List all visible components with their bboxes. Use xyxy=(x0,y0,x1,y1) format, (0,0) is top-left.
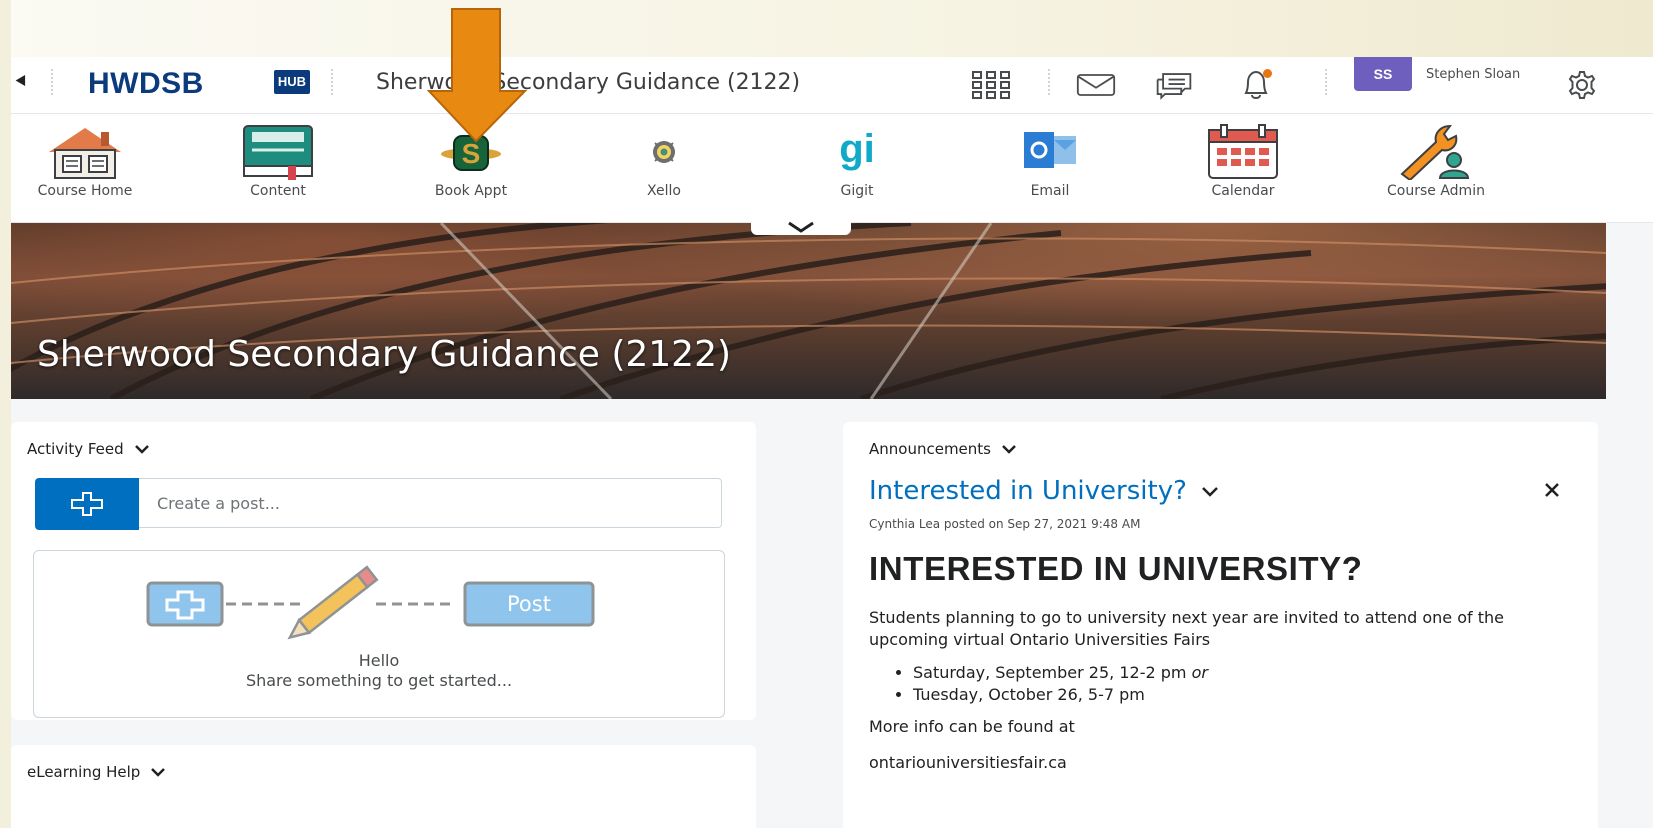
tile-label: Course Home xyxy=(37,183,133,199)
announcement-title-link[interactable]: Interested in University? xyxy=(869,476,1187,506)
divider xyxy=(1325,69,1327,95)
navbar-launcher: Course Home Content S Book Appt Xello gi… xyxy=(11,114,1653,223)
empty-state-greeting: Hello xyxy=(358,651,400,670)
empty-state-message: Share something to get started... xyxy=(245,671,513,690)
bell-icon[interactable] xyxy=(1236,69,1276,101)
calendar-icon xyxy=(1203,124,1283,180)
announcement-heading: INTERESTED IN UNIVERSITY? xyxy=(869,550,1363,587)
chevron-down-icon[interactable] xyxy=(1201,486,1219,497)
date-text: Saturday, September 25, 12-2 pm xyxy=(913,663,1187,682)
empty-state-illustration xyxy=(146,565,595,640)
user-name[interactable]: Stephen Sloan xyxy=(1426,67,1520,82)
announcement-more-info: More info can be found at xyxy=(869,717,1075,736)
launcher-expand-button[interactable] xyxy=(751,219,851,235)
announcement-dates-list: Saturday, September 25, 12-2 pm or Tuesd… xyxy=(913,662,1208,706)
create-post-input[interactable]: Create a post... xyxy=(139,478,722,528)
tile-email[interactable]: Email xyxy=(952,124,1148,214)
tile-label: Book Appt xyxy=(434,183,508,199)
announcement-meta: Cynthia Lea posted on Sep 27, 2021 9:48 … xyxy=(869,517,1141,531)
new-post-button[interactable] xyxy=(35,478,139,530)
tile-label: Calendar xyxy=(1211,183,1275,199)
activity-feed-header[interactable]: Activity Feed xyxy=(27,440,150,458)
activity-feed-widget: Activity Feed Create a post... Post Hell… xyxy=(11,422,756,720)
divider xyxy=(331,69,333,95)
elearning-help-widget: eLearning Help xyxy=(11,745,756,828)
house-icon xyxy=(45,124,125,180)
xello-icon xyxy=(624,124,704,180)
tile-calendar[interactable]: Calendar xyxy=(1145,124,1341,214)
slide-edge xyxy=(0,0,11,828)
hwdsb-logo[interactable]: HWDSB xyxy=(88,69,204,99)
divider xyxy=(51,69,53,95)
plus-icon xyxy=(71,492,103,516)
chevron-down-icon[interactable] xyxy=(134,444,150,454)
app-grid-icon[interactable] xyxy=(971,69,1011,101)
post-illustration-label: Post xyxy=(507,592,551,616)
empty-state-panel: Post Hello Share something to get starte… xyxy=(33,550,725,718)
annotation-arrow-icon xyxy=(427,8,527,143)
banner-title: Sherwood Secondary Guidance (2122) xyxy=(37,334,732,375)
back-icon[interactable]: ⯇ xyxy=(13,71,29,91)
divider xyxy=(1048,69,1050,95)
chat-icon[interactable] xyxy=(1154,69,1194,101)
widget-title: Activity Feed xyxy=(27,440,124,458)
user-avatar[interactable]: SS xyxy=(1354,57,1412,91)
gear-icon[interactable] xyxy=(1562,69,1602,101)
course-banner: Sherwood Secondary Guidance (2122) xyxy=(11,223,1606,399)
top-navbar: ⯇ HWDSB HUB Sherwood Secondary Guidance … xyxy=(11,57,1653,114)
tile-label: Xello xyxy=(647,183,681,199)
mail-icon[interactable] xyxy=(1076,69,1116,101)
tile-label: Gigit xyxy=(840,183,874,199)
list-item: Tuesday, October 26, 5-7 pm xyxy=(913,684,1208,706)
wrench-icon xyxy=(1396,124,1476,180)
svg-text:gi: gi xyxy=(839,127,875,171)
chevron-down-icon[interactable] xyxy=(1001,444,1017,454)
book-icon xyxy=(238,124,318,180)
tile-label: Course Admin xyxy=(1387,183,1485,199)
tile-course-admin[interactable]: Course Admin xyxy=(1338,124,1534,214)
outlook-icon xyxy=(1010,124,1090,180)
chevron-down-icon[interactable] xyxy=(150,767,166,777)
announcements-widget: Announcements Interested in University? … xyxy=(843,422,1598,828)
announcements-header[interactable]: Announcements xyxy=(869,440,1017,458)
tile-gigit[interactable]: gi Gigit xyxy=(759,124,955,214)
tile-label: Email xyxy=(1030,183,1070,199)
notification-dot xyxy=(1263,69,1272,78)
announcement-title[interactable]: Interested in University? xyxy=(869,476,1219,506)
tile-content[interactable]: Content xyxy=(180,124,376,214)
tile-label: Content xyxy=(250,183,306,199)
list-item: Saturday, September 25, 12-2 pm or xyxy=(913,662,1208,684)
date-suffix: or xyxy=(1191,663,1208,682)
gigit-icon: gi xyxy=(817,124,897,180)
dismiss-button[interactable] xyxy=(1538,476,1566,504)
hub-logo-badge: HUB xyxy=(274,70,310,94)
date-text: Tuesday, October 26, 5-7 pm xyxy=(913,685,1145,704)
tile-course-home[interactable]: Course Home xyxy=(11,124,183,214)
widget-title: Announcements xyxy=(869,440,991,458)
widget-title: eLearning Help xyxy=(27,763,141,781)
announcement-body: Students planning to go to university ne… xyxy=(869,608,1504,649)
browser-frame: ⯇ HWDSB HUB Sherwood Secondary Guidance … xyxy=(11,57,1653,828)
close-icon xyxy=(1545,483,1559,497)
tile-xello[interactable]: Xello xyxy=(566,124,762,214)
elearning-help-header[interactable]: eLearning Help xyxy=(27,763,166,781)
chevron-down-icon xyxy=(788,221,814,233)
announcement-link[interactable]: ontariouniversitiesfair.ca xyxy=(869,753,1067,772)
